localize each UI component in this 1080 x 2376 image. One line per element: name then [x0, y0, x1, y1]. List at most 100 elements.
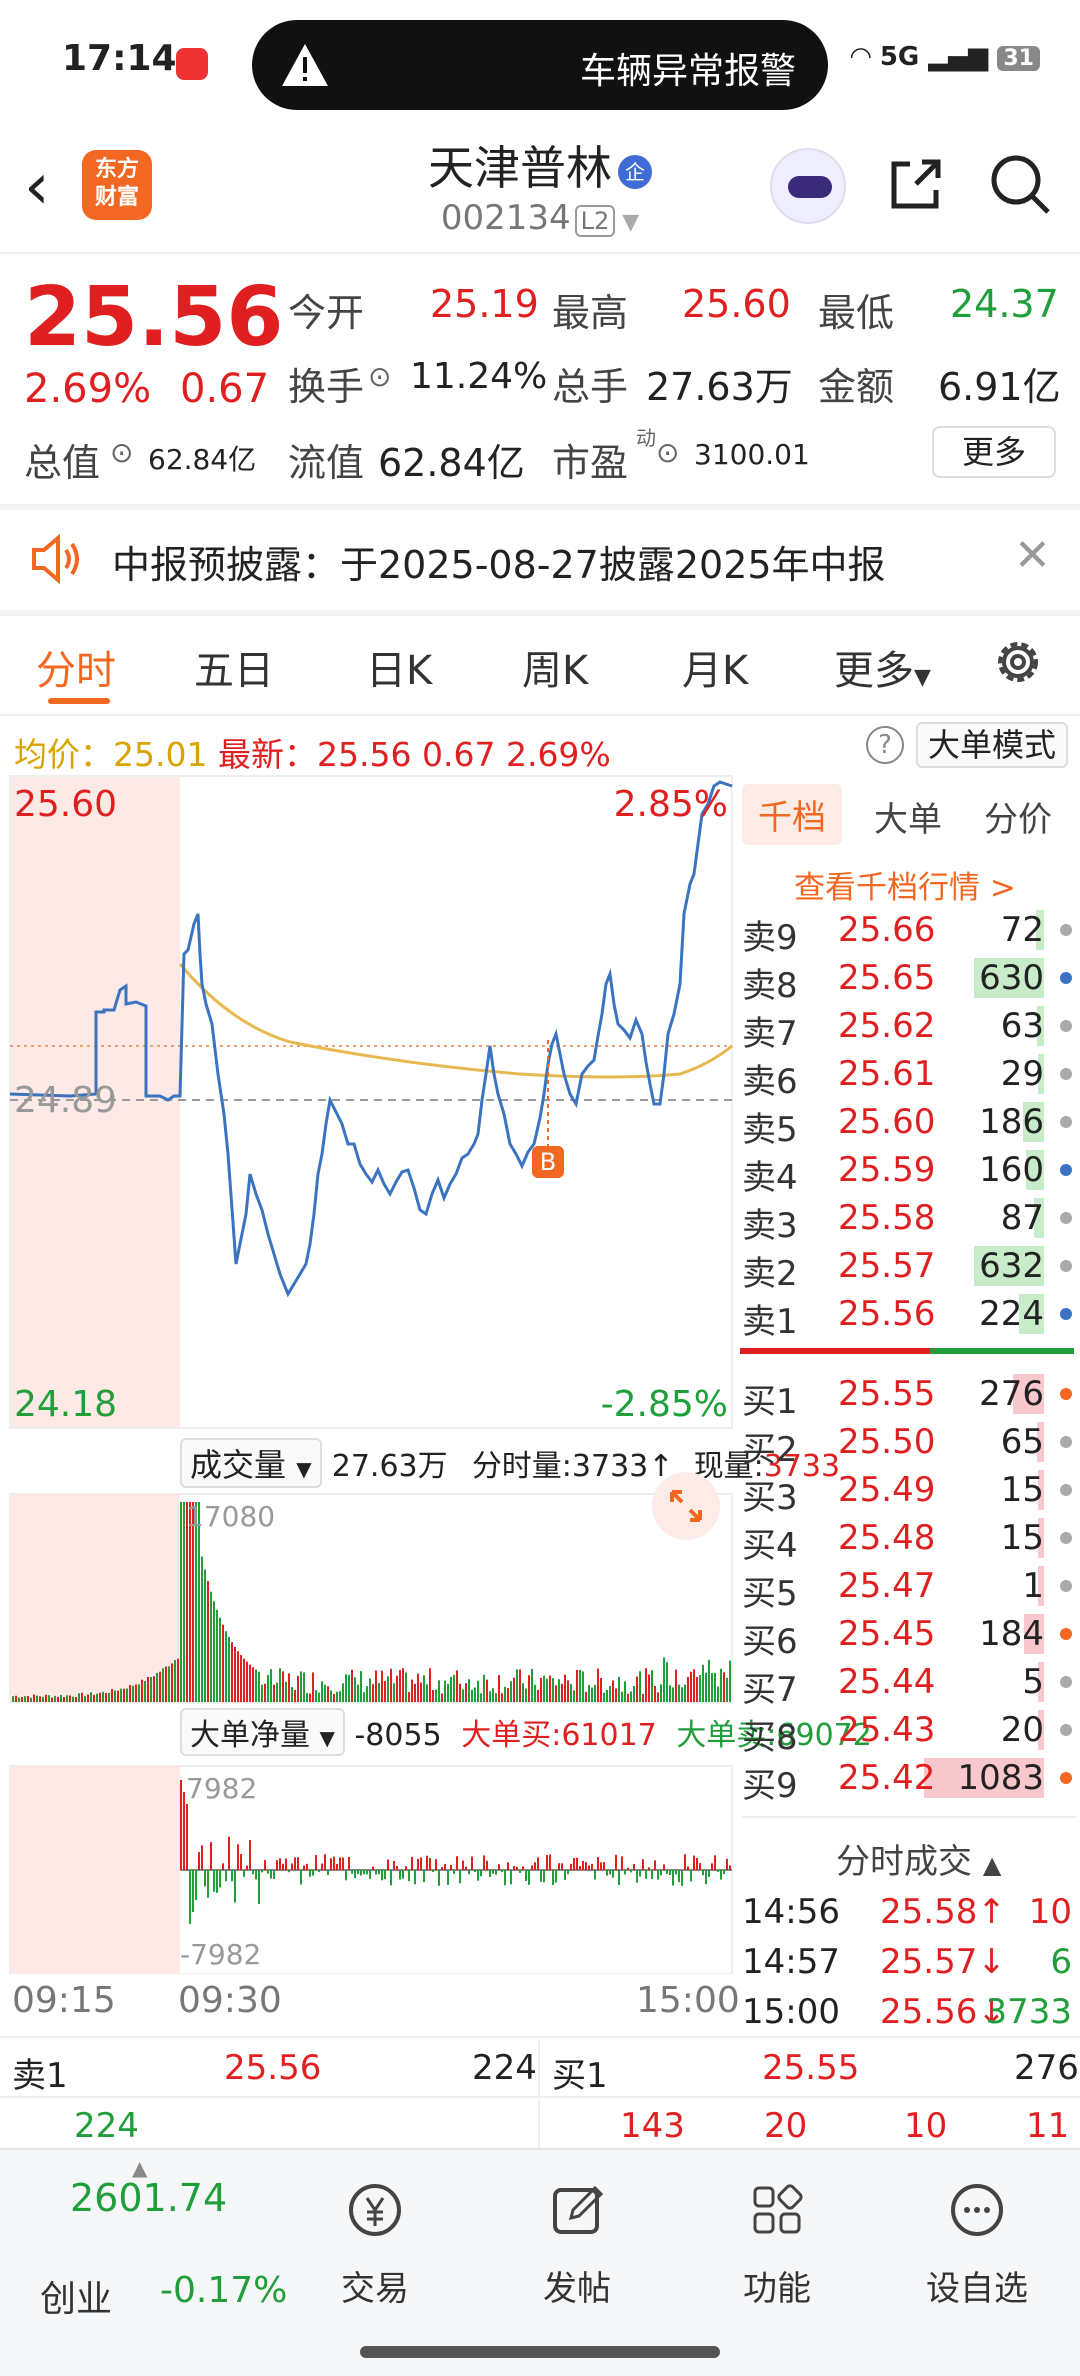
- bid-label: 买2: [742, 1430, 798, 1470]
- ask-row[interactable]: 卖8 25.65 630: [740, 954, 1078, 1006]
- net-bar: [669, 1870, 671, 1875]
- close-icon[interactable]: ✕: [1014, 530, 1051, 581]
- big-order-mode-button[interactable]: 大单模式: [916, 722, 1068, 768]
- ask-row[interactable]: 卖1 25.56 224: [740, 1290, 1078, 1342]
- volume-bar: [219, 1617, 221, 1702]
- home-indicator[interactable]: [360, 2346, 720, 2358]
- ask-row[interactable]: 卖4 25.59 160: [740, 1146, 1078, 1198]
- net-selector[interactable]: 大单净量 ▼: [180, 1708, 345, 1756]
- volume-bar: [183, 1502, 185, 1702]
- bid-price: 25.44: [838, 1662, 936, 1702]
- volume-bar: [27, 1695, 29, 1702]
- avg-value: 25.01: [113, 735, 208, 774]
- tab-intraday[interactable]: 分时: [36, 638, 116, 696]
- info-icon[interactable]: ⊙: [368, 360, 391, 393]
- tab-five-day[interactable]: 五日: [194, 638, 274, 696]
- net-bar: [624, 1870, 626, 1875]
- volume-bar: [528, 1675, 530, 1702]
- volume-bar: [90, 1692, 92, 1702]
- ask-row[interactable]: 卖3 25.58 87: [740, 1194, 1078, 1246]
- ask-row[interactable]: 卖5 25.60 186: [740, 1098, 1078, 1150]
- tab-big-order[interactable]: 大单: [874, 792, 942, 841]
- volume-bar: [465, 1683, 467, 1702]
- intraday-chart[interactable]: B 25.60 24.89 24.18 2.85% -2.85% 17080 7…: [0, 774, 736, 1974]
- net-bar: [279, 1858, 281, 1870]
- tab-more[interactable]: 更多▼: [834, 638, 931, 696]
- bid-row[interactable]: 买2 25.50 65: [740, 1418, 1078, 1470]
- view-thousand-level-link[interactable]: 查看千档行情 >: [794, 862, 1016, 907]
- index-name: 创业: [40, 2279, 113, 2320]
- bid-row[interactable]: 买9 25.42 1083: [740, 1754, 1078, 1806]
- index-value[interactable]: 2601.74: [70, 2176, 227, 2220]
- bid-volume: 276: [979, 1374, 1044, 1414]
- search-icon[interactable]: [988, 152, 1052, 216]
- tab-daily-k[interactable]: 日K: [366, 638, 432, 696]
- trade-time: 14:57: [742, 1942, 840, 1982]
- tab-thousand-level[interactable]: 千档: [742, 784, 842, 845]
- net-bar: [324, 1854, 326, 1870]
- net-bar: [648, 1867, 650, 1870]
- info-icon[interactable]: ⊙: [110, 436, 133, 469]
- gear-icon[interactable]: [990, 634, 1046, 690]
- ask-row[interactable]: 卖9 25.66 72: [740, 906, 1078, 958]
- time-label-close: 15:00: [636, 1980, 740, 2021]
- bid-row[interactable]: 买1 25.55 276: [740, 1370, 1078, 1422]
- volume-bar: [141, 1679, 143, 1702]
- bid-row[interactable]: 买3 25.49 15: [740, 1466, 1078, 1518]
- volume-bar: [159, 1671, 161, 1702]
- volume-bar: [489, 1691, 491, 1702]
- tab-monthly-k[interactable]: 月K: [682, 638, 748, 696]
- volume-bar: [714, 1672, 716, 1702]
- net-bar: [375, 1870, 377, 1875]
- expand-icon[interactable]: [652, 1472, 720, 1540]
- share-icon[interactable]: [886, 154, 946, 214]
- help-icon[interactable]: ?: [866, 726, 904, 764]
- ask-row[interactable]: 卖7 25.62 63: [740, 1002, 1078, 1054]
- ai-assistant-icon[interactable]: [770, 148, 846, 224]
- nav-trade[interactable]: 交易: [310, 2180, 440, 2310]
- warning-icon: [282, 44, 328, 86]
- volume-bar: [444, 1680, 446, 1702]
- volume-bar: [372, 1684, 374, 1702]
- volume-bar: [621, 1691, 623, 1702]
- trades-title-label: 分时成交: [836, 1842, 972, 1882]
- alert-text: 车辆异常报警: [579, 51, 796, 92]
- trades-title[interactable]: 分时成交 ▲: [836, 1834, 1001, 1883]
- volume-bar: [282, 1671, 284, 1702]
- bid-row[interactable]: 买7 25.44 5: [740, 1658, 1078, 1710]
- bid-row[interactable]: 买6 25.45 184: [740, 1610, 1078, 1662]
- nav-add-watchlist[interactable]: 设自选: [912, 2180, 1042, 2310]
- net-bar: [666, 1870, 668, 1874]
- bid-row[interactable]: 买5 25.47 1: [740, 1562, 1078, 1614]
- info-icon[interactable]: ⊙: [656, 436, 679, 469]
- tab-weekly-k[interactable]: 周K: [522, 638, 588, 696]
- volume-bar: [150, 1677, 152, 1702]
- volume-bar: [60, 1695, 62, 1702]
- stock-code-text: 002134: [440, 198, 571, 238]
- net-bar: [396, 1865, 398, 1870]
- volume-bar: [648, 1674, 650, 1702]
- volume-bar: [486, 1679, 488, 1702]
- volume-bar: [666, 1662, 668, 1702]
- volume-bar: [108, 1692, 110, 1702]
- order-dot-icon: [1060, 1212, 1072, 1224]
- tab-price-split[interactable]: 分价: [984, 792, 1052, 841]
- volume-selector[interactable]: 成交量 ▼: [180, 1438, 322, 1488]
- alert-pill[interactable]: 车辆异常报警: [252, 20, 828, 110]
- ask-row[interactable]: 卖2 25.57 632: [740, 1242, 1078, 1294]
- volume-bar: [687, 1677, 689, 1702]
- bid-row[interactable]: 买4 25.48 15: [740, 1514, 1078, 1566]
- more-button[interactable]: 更多: [932, 426, 1056, 478]
- notice-text[interactable]: 中报预披露：于2025-08-27披露2025年中报: [112, 534, 886, 589]
- nav-functions[interactable]: 功能: [712, 2180, 842, 2310]
- avg-price-bar: 均价：25.01 最新：25.56 0.67 2.69%: [14, 728, 611, 776]
- order-dot-icon: [1060, 1164, 1072, 1176]
- nav-post[interactable]: 发帖: [512, 2180, 642, 2310]
- volume-bar: [300, 1671, 302, 1702]
- ask-volume: 29: [1000, 1054, 1044, 1094]
- volume-bar: [684, 1684, 686, 1702]
- net-bar: [420, 1857, 422, 1870]
- ask-row[interactable]: 卖6 25.61 29: [740, 1050, 1078, 1102]
- volume-bar: [723, 1672, 725, 1702]
- bid-row[interactable]: 买8 25.43 20: [740, 1706, 1078, 1758]
